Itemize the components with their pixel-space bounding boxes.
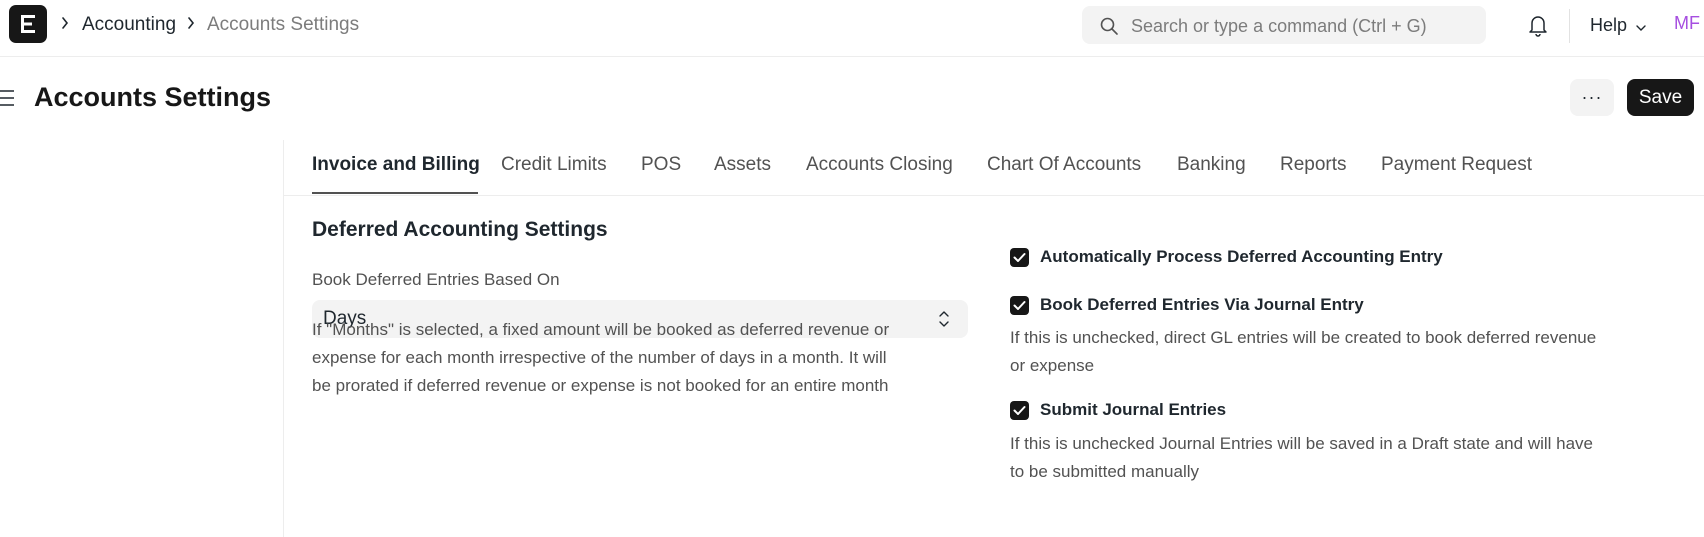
erpnext-logo-icon	[21, 15, 35, 33]
chevron-right-icon	[184, 14, 198, 32]
description-line: expense for each month irrespective of t…	[312, 348, 887, 367]
save-button[interactable]: Save	[1627, 79, 1694, 116]
tab-invoice-and-billing[interactable]: Invoice and Billing	[312, 153, 480, 177]
breadcrumb-accounting[interactable]: Accounting	[82, 13, 176, 37]
navbar: Accounting Accounts Settings Search or t…	[0, 0, 1704, 57]
tab-pos[interactable]: POS	[641, 153, 681, 177]
search-input[interactable]: Search or type a command (Ctrl + G)	[1082, 6, 1486, 44]
description-line: or expense	[1010, 356, 1095, 375]
description-line: be prorated if deferred revenue or expen…	[312, 376, 889, 395]
book-deferred-description: If "Months" is selected, a fixed amount …	[312, 316, 972, 400]
navbar-divider	[1569, 9, 1570, 43]
tab-reports[interactable]: Reports	[1280, 153, 1347, 177]
chevron-down-icon	[1635, 20, 1647, 31]
checkmark-icon	[1013, 301, 1026, 310]
description-line: If this is unchecked, direct GL entries …	[1010, 328, 1597, 347]
submit-journal-checkbox[interactable]	[1010, 401, 1029, 420]
checkmark-icon	[1013, 253, 1026, 262]
app-logo[interactable]	[9, 5, 47, 43]
page-title: Accounts Settings	[34, 82, 272, 112]
tab-chart-of-accounts[interactable]: Chart Of Accounts	[987, 153, 1141, 177]
tab-assets[interactable]: Assets	[714, 153, 771, 177]
checkmark-icon	[1013, 406, 1026, 415]
search-icon	[1099, 16, 1119, 36]
form-tabs: Invoice and Billing Credit Limits POS As…	[284, 140, 1704, 196]
auto-process-deferred-label: Automatically Process Deferred Accountin…	[1040, 247, 1443, 266]
tab-payment-request[interactable]: Payment Request	[1381, 153, 1532, 177]
book-via-journal-label: Book Deferred Entries Via Journal Entry	[1040, 295, 1364, 314]
avatar[interactable]: MF	[1674, 11, 1700, 35]
tab-accounts-closing[interactable]: Accounts Closing	[806, 153, 953, 177]
sidebar-toggle-icon[interactable]	[0, 88, 16, 108]
description-line: If this is unchecked Journal Entries wil…	[1010, 434, 1594, 453]
tab-banking[interactable]: Banking	[1177, 153, 1246, 177]
description-line: to be submitted manually	[1010, 462, 1199, 481]
submit-journal-label: Submit Journal Entries	[1040, 400, 1227, 419]
book-via-journal-checkbox[interactable]	[1010, 296, 1029, 315]
auto-process-deferred-checkbox[interactable]	[1010, 248, 1029, 267]
more-actions-button[interactable]: ···	[1570, 79, 1614, 116]
active-tab-indicator	[312, 192, 478, 194]
help-dropdown[interactable]: Help	[1590, 13, 1627, 37]
book-deferred-label: Book Deferred Entries Based On	[312, 270, 560, 289]
description-line: If "Months" is selected, a fixed amount …	[312, 320, 890, 339]
section-title: Deferred Accounting Settings	[312, 218, 608, 241]
book-via-journal-description: If this is unchecked, direct GL entries …	[1010, 324, 1650, 380]
tab-credit-limits[interactable]: Credit Limits	[501, 153, 607, 177]
settings-form: Invoice and Billing Credit Limits POS As…	[283, 140, 1704, 537]
submit-journal-description: If this is unchecked Journal Entries wil…	[1010, 430, 1650, 486]
notification-bell-icon[interactable]	[1526, 12, 1550, 38]
breadcrumb-accounts-settings[interactable]: Accounts Settings	[207, 13, 359, 37]
chevron-right-icon	[58, 14, 72, 32]
search-placeholder: Search or type a command (Ctrl + G)	[1131, 16, 1427, 36]
